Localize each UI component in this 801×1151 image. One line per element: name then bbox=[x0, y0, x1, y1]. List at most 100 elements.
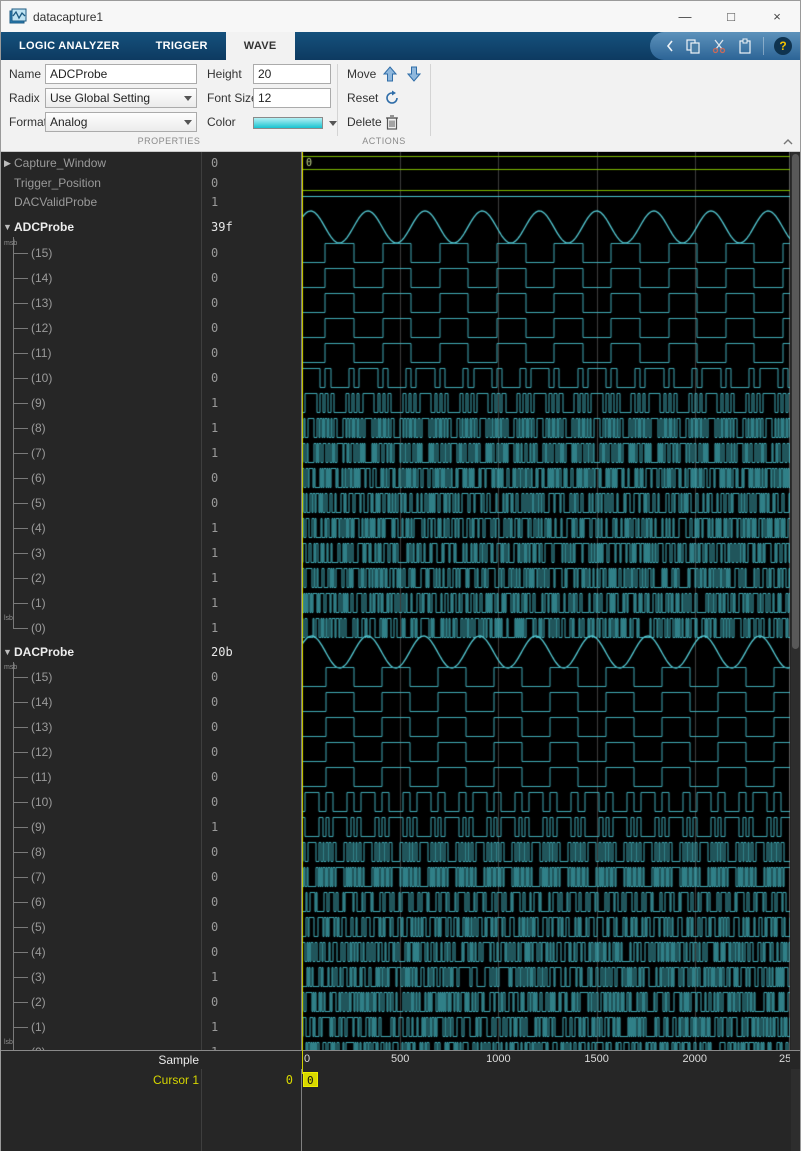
bit-row-DACProbe-5[interactable]: (5) bbox=[1, 918, 201, 936]
height-label: Height bbox=[207, 64, 242, 85]
signal-row-ADCProbe[interactable]: ▼ADCProbe bbox=[1, 218, 201, 236]
bit-row-ADCProbe-8[interactable]: (8) bbox=[1, 419, 201, 437]
move-up-icon[interactable] bbox=[381, 64, 399, 84]
bit-row-ADCProbe-7[interactable]: (7) bbox=[1, 444, 201, 462]
name-label: Name bbox=[9, 64, 41, 85]
signal-row-Capture_Window[interactable]: ▶Capture_Window bbox=[1, 154, 201, 172]
cursor-value: 0 bbox=[201, 1073, 293, 1087]
bit-row-DACProbe-7[interactable]: (7) bbox=[1, 868, 201, 886]
bit-row-ADCProbe-2[interactable]: (2) bbox=[1, 569, 201, 587]
fontsize-label: Font Size bbox=[207, 88, 258, 109]
bit-row-DACProbe-8[interactable]: (8) bbox=[1, 843, 201, 861]
maximize-button[interactable]: □ bbox=[708, 1, 754, 32]
fontsize-input[interactable] bbox=[253, 88, 331, 108]
bit-label: (9) bbox=[31, 818, 46, 836]
app-icon bbox=[9, 8, 27, 26]
help-icon[interactable]: ? bbox=[774, 37, 792, 55]
reset-icon[interactable] bbox=[383, 88, 401, 108]
signal-row-DACProbe[interactable]: ▼DACProbe bbox=[1, 643, 201, 661]
bit-row-ADCProbe-10[interactable]: (10) bbox=[1, 369, 201, 387]
bit-row-DACProbe-11[interactable]: (11) bbox=[1, 768, 201, 786]
axis-tick: 500 bbox=[391, 1053, 409, 1065]
bit-row-ADCProbe-0[interactable]: (0) bbox=[1, 619, 201, 637]
radix-dropdown[interactable]: Use Global Setting bbox=[45, 88, 197, 108]
copy-icon[interactable] bbox=[685, 38, 701, 54]
paste-icon[interactable] bbox=[737, 38, 753, 54]
height-input[interactable] bbox=[253, 64, 331, 84]
bit-row-ADCProbe-9[interactable]: (9) bbox=[1, 394, 201, 412]
signal-row-DACValidProbe[interactable]: DACValidProbe bbox=[1, 193, 201, 211]
cursor-label[interactable]: Cursor 1 bbox=[1, 1073, 199, 1087]
value-readout: 0 bbox=[211, 993, 218, 1011]
chevron-left-icon[interactable] bbox=[665, 39, 675, 53]
cut-icon[interactable] bbox=[711, 38, 727, 54]
vertical-scrollbar[interactable] bbox=[791, 152, 800, 1151]
collapse-toolstrip-icon[interactable] bbox=[782, 135, 794, 149]
bit-row-DACProbe-12[interactable]: (12) bbox=[1, 743, 201, 761]
bit-row-ADCProbe-4[interactable]: (4) bbox=[1, 519, 201, 537]
tree-stub bbox=[13, 328, 28, 329]
bit-row-ADCProbe-6[interactable]: (6) bbox=[1, 469, 201, 487]
name-input[interactable] bbox=[45, 64, 197, 84]
tree-stub bbox=[13, 777, 28, 778]
expand-arrow-icon[interactable]: ▼ bbox=[1, 643, 14, 661]
delete-trash-icon[interactable] bbox=[383, 112, 401, 132]
tree-line bbox=[13, 237, 14, 628]
tree-stub bbox=[13, 578, 28, 579]
bit-row-ADCProbe-1[interactable]: (1) bbox=[1, 594, 201, 612]
tab-trigger[interactable]: TRIGGER bbox=[138, 32, 226, 60]
signal-row-Trigger_Position[interactable]: Trigger_Position bbox=[1, 174, 201, 192]
move-down-icon[interactable] bbox=[405, 64, 423, 84]
bit-label: (5) bbox=[31, 494, 46, 512]
tree-stub bbox=[13, 528, 28, 529]
value-readout: 0 bbox=[211, 244, 218, 262]
bit-label: (3) bbox=[31, 544, 46, 562]
value-readout: 20b bbox=[211, 643, 233, 661]
format-dropdown[interactable]: Analog bbox=[45, 112, 197, 132]
bit-row-ADCProbe-12[interactable]: (12) bbox=[1, 319, 201, 337]
minimize-button[interactable]: — bbox=[662, 1, 708, 32]
tree-stub bbox=[13, 852, 28, 853]
bit-row-DACProbe-15[interactable]: (15) bbox=[1, 668, 201, 686]
bit-row-DACProbe-9[interactable]: (9) bbox=[1, 818, 201, 836]
bit-label: (14) bbox=[31, 269, 52, 287]
bit-label: (7) bbox=[31, 444, 46, 462]
bit-row-ADCProbe-5[interactable]: (5) bbox=[1, 494, 201, 512]
value-readout: 1 bbox=[211, 444, 218, 462]
tab-wave[interactable]: WAVE bbox=[226, 32, 295, 60]
color-swatch[interactable] bbox=[253, 117, 323, 129]
tab-logic-analyzer[interactable]: LOGIC ANALYZER bbox=[1, 32, 138, 60]
bit-row-DACProbe-10[interactable]: (10) bbox=[1, 793, 201, 811]
bit-row-DACProbe-3[interactable]: (3) bbox=[1, 968, 201, 986]
bit-label: (1) bbox=[31, 594, 46, 612]
value-readout: 1 bbox=[211, 193, 218, 211]
cursor-position-box[interactable]: 0 bbox=[303, 1072, 318, 1087]
logic-analyzer-window: datacapture1 — □ × LOGIC ANALYZER TRIGGE… bbox=[0, 0, 801, 1151]
bit-row-ADCProbe-14[interactable]: (14) bbox=[1, 269, 201, 287]
expand-arrow-icon[interactable]: ▶ bbox=[1, 154, 14, 172]
close-button[interactable]: × bbox=[754, 1, 800, 32]
bit-row-ADCProbe-15[interactable]: (15) bbox=[1, 244, 201, 262]
cursor-line[interactable] bbox=[302, 1050, 303, 1074]
bit-row-DACProbe-13[interactable]: (13) bbox=[1, 718, 201, 736]
scrollbar-thumb[interactable] bbox=[792, 154, 799, 649]
tree-stub bbox=[13, 378, 28, 379]
bit-label: (4) bbox=[31, 943, 46, 961]
bit-row-ADCProbe-3[interactable]: (3) bbox=[1, 544, 201, 562]
toolbar-separator bbox=[763, 37, 764, 55]
bit-row-DACProbe-14[interactable]: (14) bbox=[1, 693, 201, 711]
tree-stub bbox=[13, 927, 28, 928]
bit-row-DACProbe-6[interactable]: (6) bbox=[1, 893, 201, 911]
bit-label: (9) bbox=[31, 394, 46, 412]
wave-display-area: ▶Capture_Window Trigger_PositionDACValidP… bbox=[1, 152, 800, 1151]
waveform-canvas[interactable] bbox=[301, 152, 790, 1050]
chevron-down-icon[interactable] bbox=[329, 121, 337, 126]
bit-row-ADCProbe-11[interactable]: (11) bbox=[1, 344, 201, 362]
bit-row-ADCProbe-13[interactable]: (13) bbox=[1, 294, 201, 312]
bit-row-DACProbe-1[interactable]: (1) bbox=[1, 1018, 201, 1036]
bit-label: (15) bbox=[31, 668, 52, 686]
bit-row-DACProbe-4[interactable]: (4) bbox=[1, 943, 201, 961]
value-readout: 0 bbox=[211, 668, 218, 686]
bit-row-DACProbe-2[interactable]: (2) bbox=[1, 993, 201, 1011]
expand-arrow-icon[interactable]: ▼ bbox=[1, 218, 14, 236]
